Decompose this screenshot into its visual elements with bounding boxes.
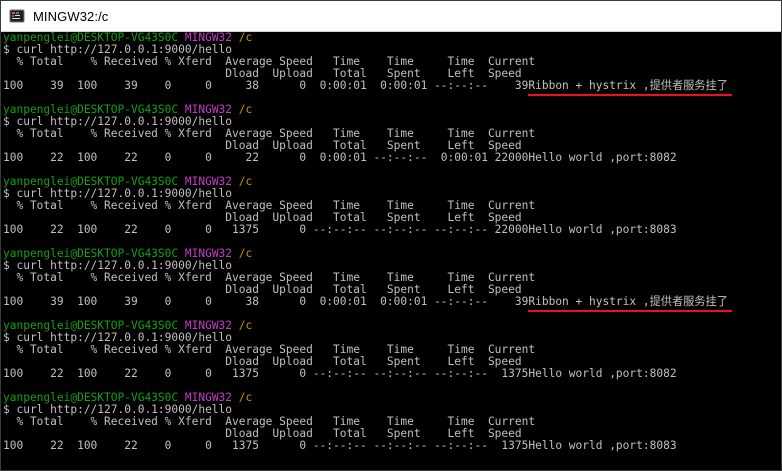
title-bar[interactable]: MINGW32:/c (1, 1, 781, 32)
progress-stats-line: 100 22 100 22 0 0 22 0 0:00:01 --:--:-- … (3, 152, 781, 164)
progress-stats: 100 39 100 39 0 0 38 0 0:00:01 0:00:01 -… (3, 79, 529, 92)
response-body: Ribbon + hystrix ,提供者服务挂了 (528, 79, 732, 96)
prompt-path: /c (238, 103, 253, 116)
response-body: Hello world ,port:8082 (528, 151, 677, 164)
progress-stats: 100 22 100 22 0 0 1375 0 --:--:-- --:--:… (3, 439, 529, 452)
prompt-path: /c (238, 391, 253, 404)
response-body: Hello world ,port:8083 (528, 439, 677, 452)
progress-stats: 100 39 100 39 0 0 38 0 0:00:01 0:00:01 -… (3, 295, 529, 308)
progress-stats: 100 22 100 22 0 0 1375 0 --:--:-- --:--:… (3, 367, 529, 380)
progress-stats-line: 100 22 100 22 0 0 1375 0 --:--:-- --:--:… (3, 224, 781, 236)
command-block: yanpenglei@DESKTOP-VG43S0C MINGW32 /c $ c… (3, 320, 781, 392)
prompt-path: /c (238, 247, 253, 260)
terminal-window: MINGW32:/c yanpenglei@DESKTOP-VG43S0C MI… (0, 0, 782, 471)
prompt-path: /c (238, 31, 253, 44)
command-block: yanpenglei@DESKTOP-VG43S0C MINGW32 /c $ c… (3, 392, 781, 452)
progress-stats-line: 100 39 100 39 0 0 38 0 0:00:01 0:00:01 -… (3, 295, 781, 312)
red-underline-highlight (528, 94, 732, 96)
progress-stats-line: 100 22 100 22 0 0 1375 0 --:--:-- --:--:… (3, 368, 781, 380)
response-body: Hello world ,port:8083 (528, 223, 677, 236)
prompt-path: /c (238, 319, 253, 332)
red-underline-highlight (528, 310, 732, 312)
progress-stats-line: 100 39 100 39 0 0 38 0 0:00:01 0:00:01 -… (3, 79, 781, 96)
command-block: yanpenglei@DESKTOP-VG43S0C MINGW32 /c $ c… (3, 32, 781, 104)
command-block: yanpenglei@DESKTOP-VG43S0C MINGW32 /c $ c… (3, 248, 781, 320)
response-body: Ribbon + hystrix ,提供者服务挂了 (528, 295, 732, 312)
response-body: Hello world ,port:8082 (528, 367, 677, 380)
prompt-path: /c (238, 175, 253, 188)
git-bash-icon (9, 8, 25, 24)
progress-stats-line: 100 22 100 22 0 0 1375 0 --:--:-- --:--:… (3, 440, 781, 452)
command-block: yanpenglei@DESKTOP-VG43S0C MINGW32 /c $ c… (3, 104, 781, 176)
command-block: yanpenglei@DESKTOP-VG43S0C MINGW32 /c $ c… (3, 176, 781, 248)
progress-stats: 100 22 100 22 0 0 22 0 0:00:01 --:--:-- … (3, 151, 529, 164)
window-title: MINGW32:/c (33, 8, 109, 24)
progress-stats: 100 22 100 22 0 0 1375 0 --:--:-- --:--:… (3, 223, 529, 236)
terminal-output[interactable]: yanpenglei@DESKTOP-VG43S0C MINGW32 /c $ c… (1, 32, 781, 470)
